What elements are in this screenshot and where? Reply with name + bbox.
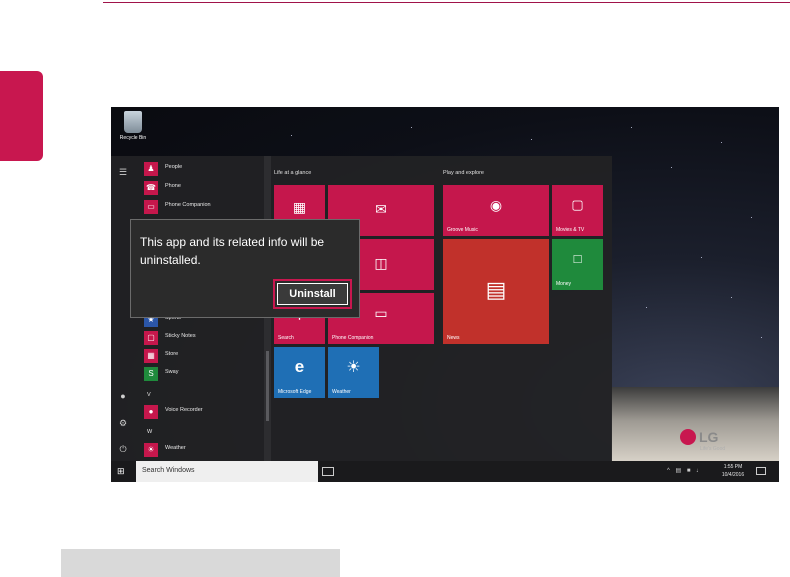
sun-icon: ☀ <box>346 359 361 376</box>
edge-icon: e <box>294 357 305 376</box>
tile-groove-music[interactable]: ◉ Groove Music <box>443 185 549 236</box>
app-label: Store <box>165 351 179 357</box>
recycle-bin-icon <box>124 111 142 133</box>
calendar-icon: ▦ <box>292 199 307 215</box>
chapter-side-tab <box>0 71 43 161</box>
taskbar-clock[interactable]: 1:55 PM 10/4/2016 <box>715 463 751 479</box>
app-list-item-phone[interactable]: ☎ Phone <box>144 180 264 196</box>
weather-icon: ☀ <box>144 443 158 457</box>
hamburger-menu-icon[interactable]: ☰ <box>117 166 129 178</box>
search-placeholder: Search Windows <box>142 467 195 474</box>
system-tray-icons[interactable]: ^ ▤ ■ ♩ <box>667 467 704 474</box>
letter-header-w[interactable]: W <box>147 429 152 435</box>
store-icon: ▦ <box>144 349 158 363</box>
app-list-item-voice-recorder[interactable]: ● Voice Recorder <box>144 404 264 420</box>
tile-label: Groove Music <box>447 227 478 233</box>
tile-movies-tv[interactable]: ▢ Movies & TV <box>552 185 603 236</box>
clock-date: 10/4/2016 <box>721 472 745 478</box>
newspaper-icon: ▤ <box>485 277 507 302</box>
app-list-item-sway[interactable]: S Sway <box>144 366 264 382</box>
tile-money[interactable]: □ Money <box>552 239 603 290</box>
chart-icon: □ <box>573 251 582 266</box>
app-label: People <box>165 164 183 170</box>
app-label: Sticky Notes <box>165 333 196 339</box>
tile-news[interactable]: ▤ News <box>443 239 549 344</box>
app-list-item-phone-companion[interactable]: ▭ Phone Companion <box>144 199 264 215</box>
phone-companion-icon: ▭ <box>144 200 158 214</box>
manual-page: Recycle Bin ☰ ● ⚙ ⏻ ♟ People ☎ Phone ▭ P… <box>0 0 790 577</box>
app-label: Weather <box>165 445 186 451</box>
wallpaper-landscape <box>611 387 779 462</box>
user-avatar-icon[interactable]: ● <box>117 390 129 402</box>
groove-music-icon: ◉ <box>489 197 503 213</box>
tile-label: Movies & TV <box>556 227 585 233</box>
letter-header-v[interactable]: V <box>147 392 151 398</box>
windows-desktop-screenshot: Recycle Bin ☰ ● ⚙ ⏻ ♟ People ☎ Phone ▭ P… <box>111 107 779 482</box>
lg-logo-icon <box>680 429 696 445</box>
microphone-icon: ● <box>144 405 158 419</box>
app-list-item-people[interactable]: ♟ People <box>144 161 264 177</box>
app-list-item-weather[interactable]: ☀ Weather <box>144 442 264 458</box>
taskbar-search-box[interactable]: Search Windows <box>136 461 318 482</box>
people-icon: ♟ <box>144 162 158 176</box>
tile-microsoft-edge[interactable]: e Microsoft Edge <box>274 347 325 398</box>
uninstall-button[interactable]: Uninstall <box>277 283 348 305</box>
tile-label: Microsoft Edge <box>278 389 312 395</box>
tile-label: Search <box>278 335 294 341</box>
uninstall-button-highlight[interactable]: Uninstall <box>273 279 352 309</box>
tile-label: Phone Companion <box>332 335 374 341</box>
taskbar: ⊞ Search Windows ^ ▤ ■ ♩ 1:55 PM 10/4/20… <box>111 461 779 482</box>
tile-label: Money <box>556 281 572 287</box>
phone-icon: ☎ <box>144 181 158 195</box>
group-title-play-and-explore[interactable]: Play and explore <box>443 170 484 176</box>
windows-start-icon[interactable]: ⊞ <box>117 466 128 477</box>
group-title-life-at-a-glance[interactable]: Life at a glance <box>274 170 311 176</box>
power-icon[interactable]: ⏻ <box>117 443 129 455</box>
uninstall-confirmation-dialog: This app and its related info will be un… <box>130 219 360 318</box>
clock-time: 1:55 PM <box>723 464 743 470</box>
recycle-bin-label: Recycle Bin <box>119 135 147 141</box>
lg-brand-text: LG <box>699 429 719 445</box>
settings-gear-icon[interactable]: ⚙ <box>117 417 129 429</box>
sway-icon: S <box>144 367 158 381</box>
recycle-bin[interactable]: Recycle Bin <box>118 111 148 141</box>
scrollbar-thumb[interactable] <box>266 351 269 421</box>
tile-weather[interactable]: ☀ Weather <box>328 347 379 398</box>
caption-placeholder-box <box>61 549 340 577</box>
app-label: Sway <box>165 369 179 375</box>
app-list-item-store[interactable]: ▦ Store <box>144 348 264 364</box>
task-view-icon[interactable] <box>322 467 334 476</box>
app-list-item-sticky-notes[interactable]: ▢ Sticky Notes <box>144 330 264 346</box>
action-center-icon[interactable] <box>756 467 766 475</box>
film-clapper-icon: ▢ <box>571 197 584 212</box>
dialog-message: This app and its related info will be un… <box>140 235 325 267</box>
sticky-notes-icon: ▢ <box>144 331 158 345</box>
app-label: Voice Recorder <box>165 407 203 413</box>
lg-tagline: Life's Good <box>700 446 726 452</box>
app-label: Phone Companion <box>165 202 211 208</box>
app-label: Phone <box>165 183 181 189</box>
tile-label: Weather <box>332 389 351 395</box>
tile-label: News <box>447 335 460 341</box>
top-rule <box>103 2 790 3</box>
mail-icon: ✉ <box>375 201 387 217</box>
